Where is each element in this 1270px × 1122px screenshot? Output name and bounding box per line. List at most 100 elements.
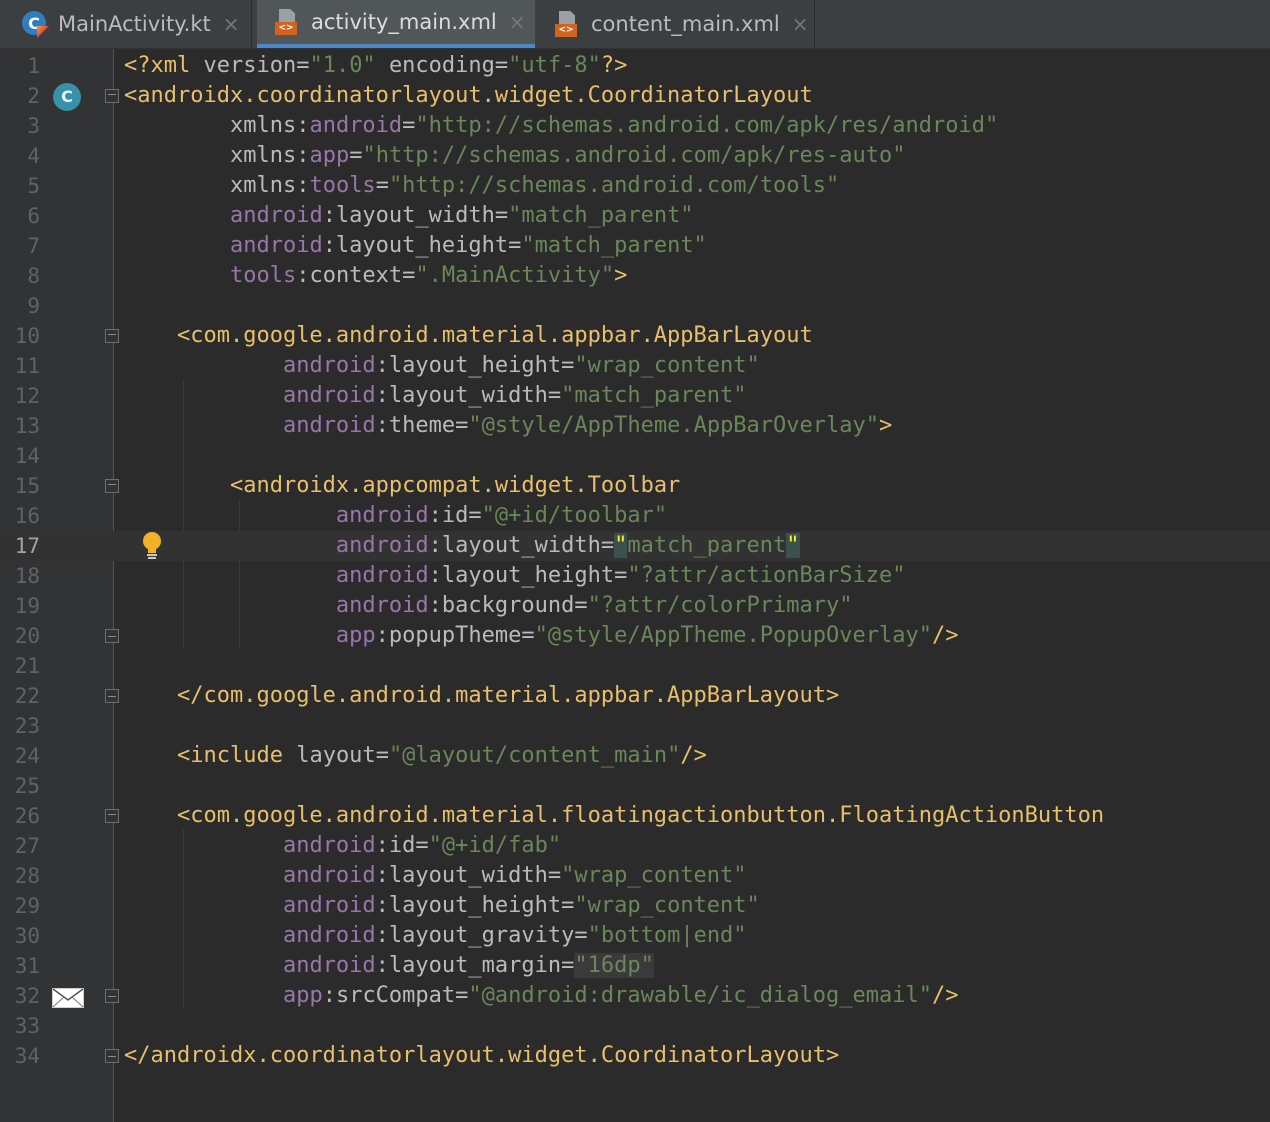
code-line[interactable]: 5 xmlns:tools="http://schemas.android.co… — [0, 171, 1270, 201]
line-number: 19 — [14, 594, 40, 618]
code-text: android:layout_width="match_parent" — [229, 203, 694, 228]
code-text: xmlns:android="http://schemas.android.co… — [229, 113, 999, 138]
code-line[interactable]: 29 android:layout_height="wrap_content" — [0, 891, 1270, 921]
code-line[interactable]: 28 android:layout_width="wrap_content" — [0, 861, 1270, 891]
code-line[interactable]: 14 — [0, 441, 1270, 471]
line-number: 29 — [14, 894, 40, 918]
fold-collapse-icon[interactable] — [105, 629, 119, 643]
code-line[interactable]: 7 android:layout_height="match_parent" — [0, 231, 1270, 261]
code-text: android:layout_width="match_parent" — [335, 533, 800, 558]
code-text: xmlns:app="http://schemas.android.com/ap… — [229, 143, 906, 168]
code-line[interactable]: 30 android:layout_gravity="bottom|end" — [0, 921, 1270, 951]
code-line[interactable]: 18 android:layout_height="?attr/actionBa… — [0, 561, 1270, 591]
code-line[interactable]: 22 </com.google.android.material.appbar.… — [0, 681, 1270, 711]
line-number: 28 — [14, 864, 40, 888]
code-line[interactable]: 12 android:layout_width="match_parent" — [0, 381, 1270, 411]
line-number: 23 — [14, 714, 40, 738]
tab-label: content_main.xml — [591, 12, 780, 36]
code-text: <com.google.android.material.appbar.AppB… — [176, 323, 813, 348]
line-number: 7 — [27, 234, 40, 258]
line-number: 1 — [27, 54, 40, 78]
code-line[interactable]: 9 — [0, 291, 1270, 321]
code-line[interactable]: 17 android:layout_width="match_parent" — [0, 531, 1270, 561]
tab-label: MainActivity.kt — [58, 12, 211, 36]
line-number: 33 — [14, 1014, 40, 1038]
code-text: android:background="?attr/colorPrimary" — [335, 593, 853, 618]
line-number: 8 — [27, 264, 40, 288]
code-line[interactable]: 26 <com.google.android.material.floating… — [0, 801, 1270, 831]
code-line[interactable]: 13 android:theme="@style/AppTheme.AppBar… — [0, 411, 1270, 441]
code-text: android:id="@+id/toolbar" — [335, 503, 668, 528]
line-number: 25 — [14, 774, 40, 798]
class-reference-icon[interactable]: C — [53, 83, 81, 111]
tab-label: activity_main.xml — [311, 10, 497, 34]
fold-expand-icon[interactable] — [105, 89, 119, 103]
code-line[interactable]: 8 tools:context=".MainActivity"> — [0, 261, 1270, 291]
tab-content-main-xml[interactable]: <> content_main.xml × — [537, 0, 815, 48]
kotlin-class-icon: C — [22, 11, 48, 37]
line-number: 2 — [27, 84, 40, 108]
code-line[interactable]: 15 <androidx.appcompat.widget.Toolbar — [0, 471, 1270, 501]
tab-activity-main-xml[interactable]: <> activity_main.xml × — [257, 0, 535, 48]
code-line[interactable]: 27 android:id="@+id/fab" — [0, 831, 1270, 861]
code-text: <include layout="@layout/content_main"/> — [176, 743, 707, 768]
code-line[interactable]: 24 <include layout="@layout/content_main… — [0, 741, 1270, 771]
editor-tab-bar: C MainActivity.kt × <> activity_main.xml… — [0, 0, 1270, 49]
line-number: 32 — [14, 984, 40, 1008]
line-number: 10 — [14, 324, 40, 348]
close-icon[interactable]: × — [792, 12, 809, 36]
xml-layout-icon: <> — [275, 9, 301, 35]
code-line[interactable]: 4 xmlns:app="http://schemas.android.com/… — [0, 141, 1270, 171]
line-number: 31 — [14, 954, 40, 978]
code-text: android:layout_height="wrap_content" — [282, 353, 760, 378]
code-line[interactable]: 10 <com.google.android.material.appbar.A… — [0, 321, 1270, 351]
code-line[interactable]: 33 — [0, 1011, 1270, 1041]
code-line[interactable]: 19 android:background="?attr/colorPrimar… — [0, 591, 1270, 621]
fold-collapse-icon[interactable] — [105, 989, 119, 1003]
fold-collapse-icon[interactable] — [105, 1049, 119, 1063]
code-text: app:srcCompat="@android:drawable/ic_dial… — [282, 983, 959, 1008]
code-editor[interactable]: 1 <?xml version="1.0" encoding="utf-8"?> 2… — [0, 51, 1270, 1071]
code-line[interactable]: 32 app:srcCompat="@android:drawable/ic_d… — [0, 981, 1270, 1011]
fold-expand-icon[interactable] — [105, 329, 119, 343]
line-number: 14 — [14, 444, 40, 468]
code-line[interactable]: 11 android:layout_height="wrap_content" — [0, 351, 1270, 381]
line-number: 26 — [14, 804, 40, 828]
line-number: 5 — [27, 174, 40, 198]
code-line[interactable]: 2 C <androidx.coordinatorlayout.widget.Coo… — [0, 81, 1270, 111]
code-text: android:layout_height="match_parent" — [229, 233, 707, 258]
fold-collapse-icon[interactable] — [105, 689, 119, 703]
code-text: <androidx.coordinatorlayout.widget.Coord… — [124, 83, 813, 108]
code-text: android:theme="@style/AppTheme.AppBarOve… — [282, 413, 893, 438]
line-number: 9 — [27, 294, 40, 318]
line-number: 15 — [14, 474, 40, 498]
fold-expand-icon[interactable] — [105, 809, 119, 823]
line-number: 11 — [14, 354, 40, 378]
code-text: <com.google.android.material.floatingact… — [176, 803, 1105, 828]
line-number: 24 — [14, 744, 40, 768]
code-line[interactable]: 23 — [0, 711, 1270, 741]
email-icon[interactable] — [52, 988, 84, 1008]
line-number: 4 — [27, 144, 40, 168]
code-line[interactable]: 16 android:id="@+id/toolbar" — [0, 501, 1270, 531]
code-line[interactable]: 21 — [0, 651, 1270, 681]
line-number: 22 — [14, 684, 40, 708]
code-line[interactable]: 20 app:popupTheme="@style/AppTheme.Popup… — [0, 621, 1270, 651]
code-line[interactable]: 1 <?xml version="1.0" encoding="utf-8"?> — [0, 51, 1270, 81]
line-number: 13 — [14, 414, 40, 438]
close-icon[interactable]: × — [223, 12, 240, 36]
xml-layout-icon: <> — [555, 11, 581, 37]
code-line[interactable]: 6 android:layout_width="match_parent" — [0, 201, 1270, 231]
line-number: 34 — [14, 1044, 40, 1068]
close-icon[interactable]: × — [509, 10, 526, 34]
fold-expand-icon[interactable] — [105, 479, 119, 493]
line-number: 27 — [14, 834, 40, 858]
code-line[interactable]: 34 </androidx.coordinatorlayout.widget.Co… — [0, 1041, 1270, 1071]
line-number: 21 — [14, 654, 40, 678]
code-text: android:layout_width="match_parent" — [282, 383, 747, 408]
tab-mainactivity-kt[interactable]: C MainActivity.kt × — [0, 0, 252, 48]
line-number: 30 — [14, 924, 40, 948]
code-line[interactable]: 31 android:layout_margin="16dp" — [0, 951, 1270, 981]
code-line[interactable]: 3 xmlns:android="http://schemas.android.… — [0, 111, 1270, 141]
code-line[interactable]: 25 — [0, 771, 1270, 801]
